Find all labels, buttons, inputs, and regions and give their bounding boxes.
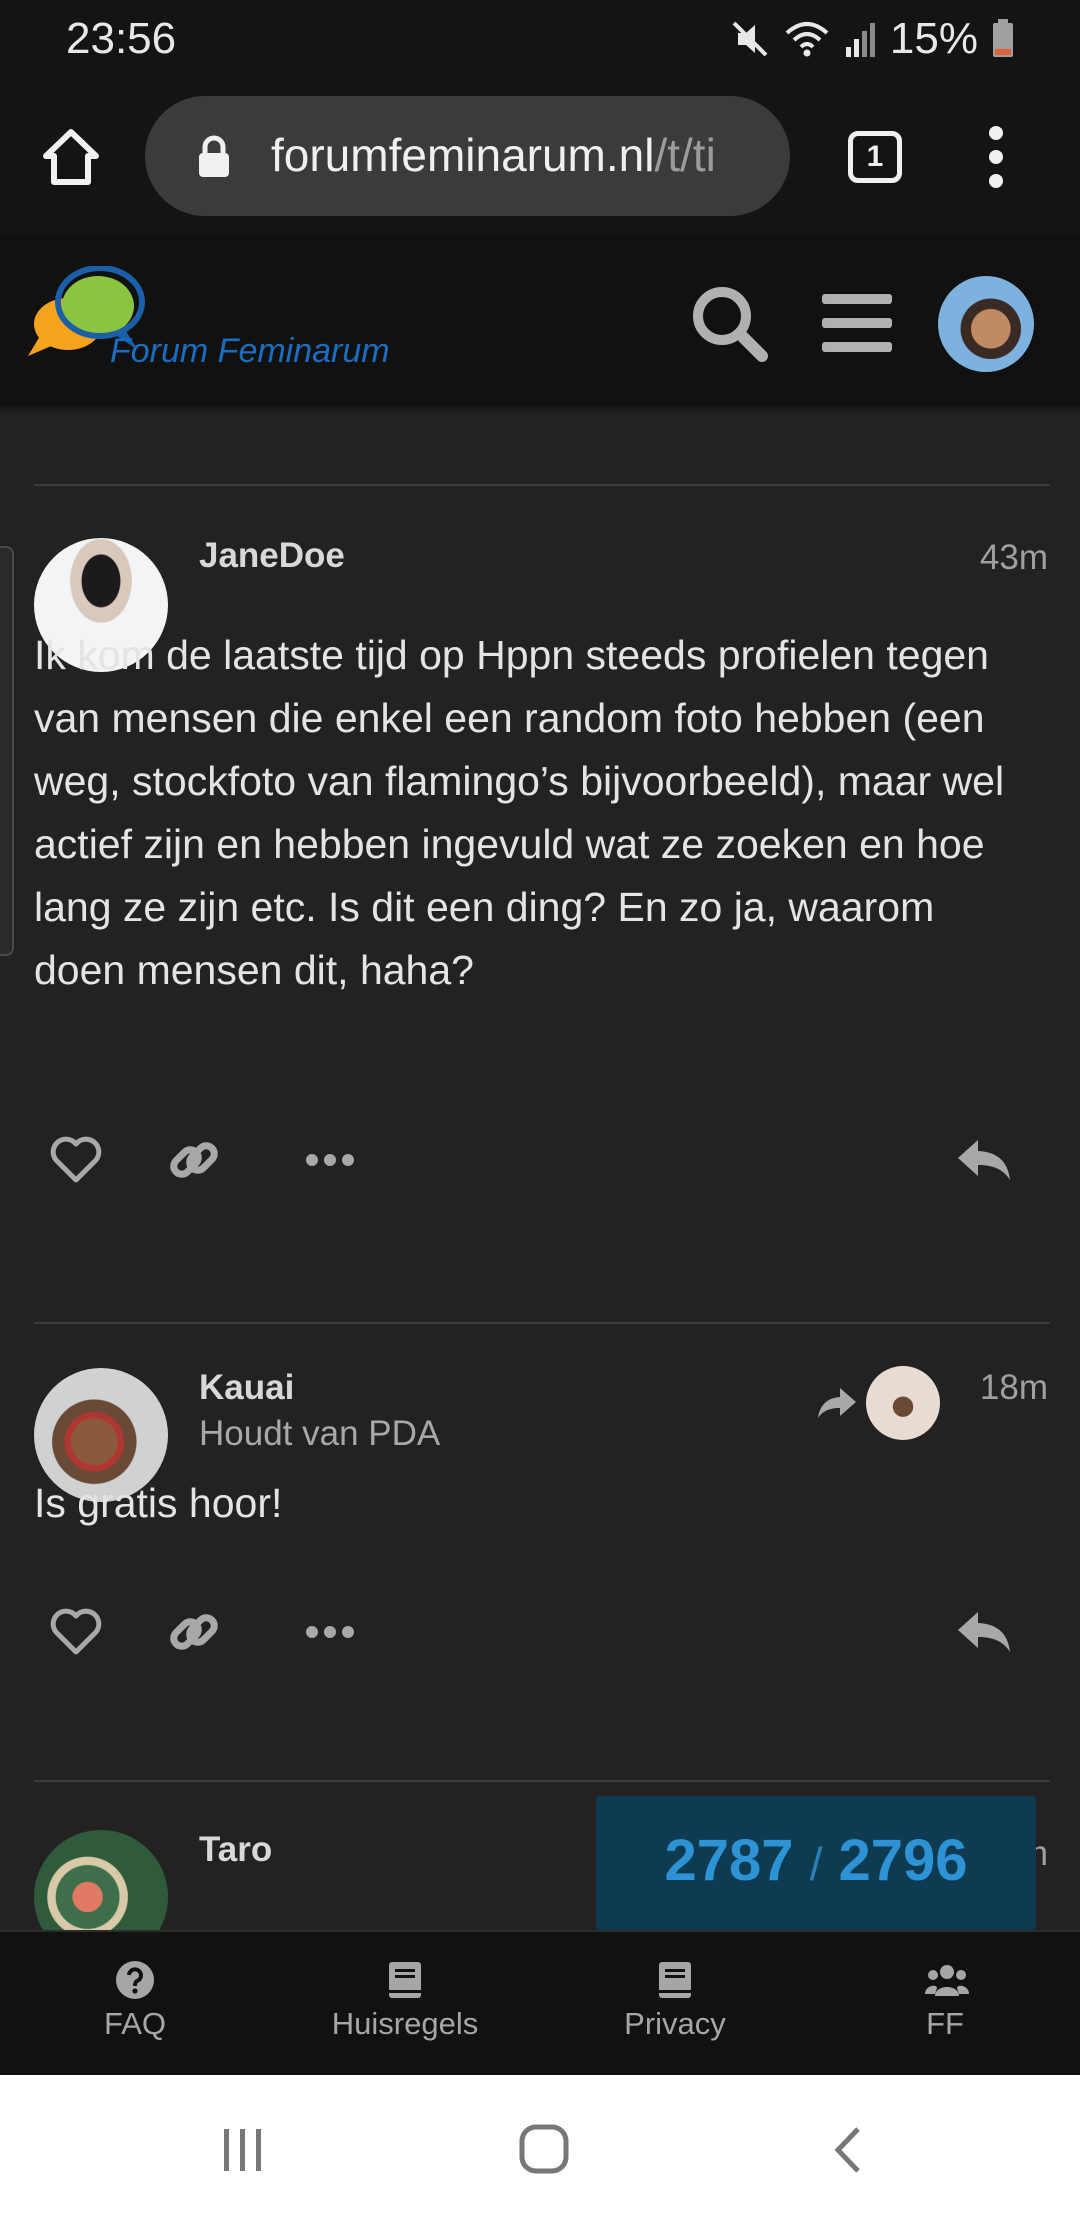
question-circle-icon: [116, 1961, 154, 1999]
wifi-icon: [785, 22, 829, 57]
hamburger-menu-icon[interactable]: [820, 292, 894, 354]
footer-item-privacy[interactable]: Privacy: [540, 1932, 810, 2077]
more-vert-icon[interactable]: [982, 124, 1010, 190]
signal-icon: [845, 23, 875, 57]
home-icon[interactable]: [40, 126, 102, 188]
status-icons: 15%: [730, 14, 1014, 64]
link-icon: [170, 1142, 218, 1178]
browser-toolbar: forumfeminarum.nl/t/ti 1: [0, 76, 1080, 236]
status-time: 23:56: [66, 14, 177, 63]
previous-post-actions: 2: [34, 406, 1054, 426]
footer-item-label: FAQ: [103, 2006, 166, 2041]
back-icon[interactable]: [830, 2125, 864, 2175]
home-nav-icon[interactable]: [518, 2123, 570, 2175]
footer-item-faq[interactable]: FAQ: [0, 1932, 270, 2077]
footer-nav: FAQ Huisregels Privacy FF: [0, 1930, 1080, 2075]
status-bar: 23:56 15%: [0, 0, 1080, 76]
heart-icon: [50, 1136, 102, 1183]
timeline-scroll-handle[interactable]: [0, 546, 14, 956]
post-username[interactable]: JaneDoe: [199, 536, 345, 576]
post-time[interactable]: 43m: [980, 538, 1048, 578]
footer-item-ff[interactable]: FF: [810, 1932, 1080, 2077]
user-avatar[interactable]: [938, 276, 1034, 372]
android-navigation-bar: [0, 2075, 1080, 2220]
post-actions: [34, 1132, 1050, 1202]
battery-percent: 15%: [889, 14, 978, 63]
post-divider: [34, 1780, 1050, 1782]
post-divider: [34, 484, 1050, 486]
url-domain: forumfeminarum.nl: [271, 129, 655, 181]
link-icon: [170, 1614, 218, 1650]
site-name: Forum Feminarum: [110, 332, 390, 370]
footer-item-label: FF: [926, 2006, 964, 2041]
users-icon: [925, 1965, 969, 1996]
reply-icon: [958, 1612, 1010, 1652]
address-bar[interactable]: forumfeminarum.nl/t/ti: [145, 96, 790, 216]
copy-link-button[interactable]: [166, 1132, 236, 1202]
footer-item-label: Huisregels: [331, 2006, 479, 2041]
url-path: /t/ti: [654, 129, 716, 181]
post-body: Is gratis hoor!: [34, 1480, 283, 1526]
more-actions-button[interactable]: [302, 1132, 372, 1202]
footer-item-label: Privacy: [624, 2006, 726, 2041]
mute-icon: [732, 21, 768, 57]
reply-to-avatar[interactable]: [866, 1366, 940, 1440]
ellipsis-icon: [306, 1626, 354, 1638]
progress-current: 2787: [664, 1828, 794, 1893]
url-text: forumfeminarum.nl/t/ti: [271, 128, 716, 182]
post-username[interactable]: Taro: [199, 1830, 272, 1870]
avatar[interactable]: [34, 1830, 168, 1930]
progress-total: 2796: [838, 1828, 968, 1893]
more-actions-button[interactable]: [302, 1604, 372, 1674]
tab-switcher-button[interactable]: 1: [848, 131, 902, 183]
topic-stream: 2 JaneDoe 43m Ik kom de laatste tijd op …: [0, 406, 1080, 1930]
footer-item-huisregels[interactable]: Huisregels: [270, 1932, 540, 2077]
lock-icon: [199, 135, 229, 177]
search-icon[interactable]: [688, 282, 770, 364]
copy-link-button[interactable]: [166, 1604, 236, 1674]
reply-button[interactable]: [954, 1132, 1024, 1202]
site-header: Forum Feminarum: [0, 236, 1080, 406]
recent-apps-icon[interactable]: [220, 2127, 266, 2173]
post-divider: [34, 1322, 1050, 1324]
battery-icon: [993, 19, 1013, 57]
reply-button[interactable]: [954, 1604, 1024, 1674]
post-actions: [34, 1604, 1050, 1674]
post-user-title: Houdt van PDA: [199, 1414, 441, 1453]
progress-separator: /: [809, 1838, 823, 1890]
ellipsis-icon: [306, 1154, 354, 1166]
topic-progress[interactable]: 2787 / 2796: [596, 1796, 1036, 1930]
reply-to-arrow-icon: [818, 1388, 856, 1418]
book-icon: [659, 1962, 691, 1998]
post-body: Ik kom de laatste tijd op Hppn steeds pr…: [34, 632, 1005, 993]
like-count: 2: [58, 406, 77, 415]
like-button[interactable]: [48, 1604, 118, 1674]
post-username[interactable]: Kauai: [199, 1368, 294, 1408]
site-logo[interactable]: Forum Feminarum: [28, 266, 428, 386]
heart-icon: [50, 1608, 102, 1655]
like-button[interactable]: [48, 1132, 118, 1202]
reply-icon: [958, 1140, 1010, 1180]
post-time[interactable]: 18m: [980, 1368, 1048, 1408]
book-icon: [389, 1962, 421, 1998]
